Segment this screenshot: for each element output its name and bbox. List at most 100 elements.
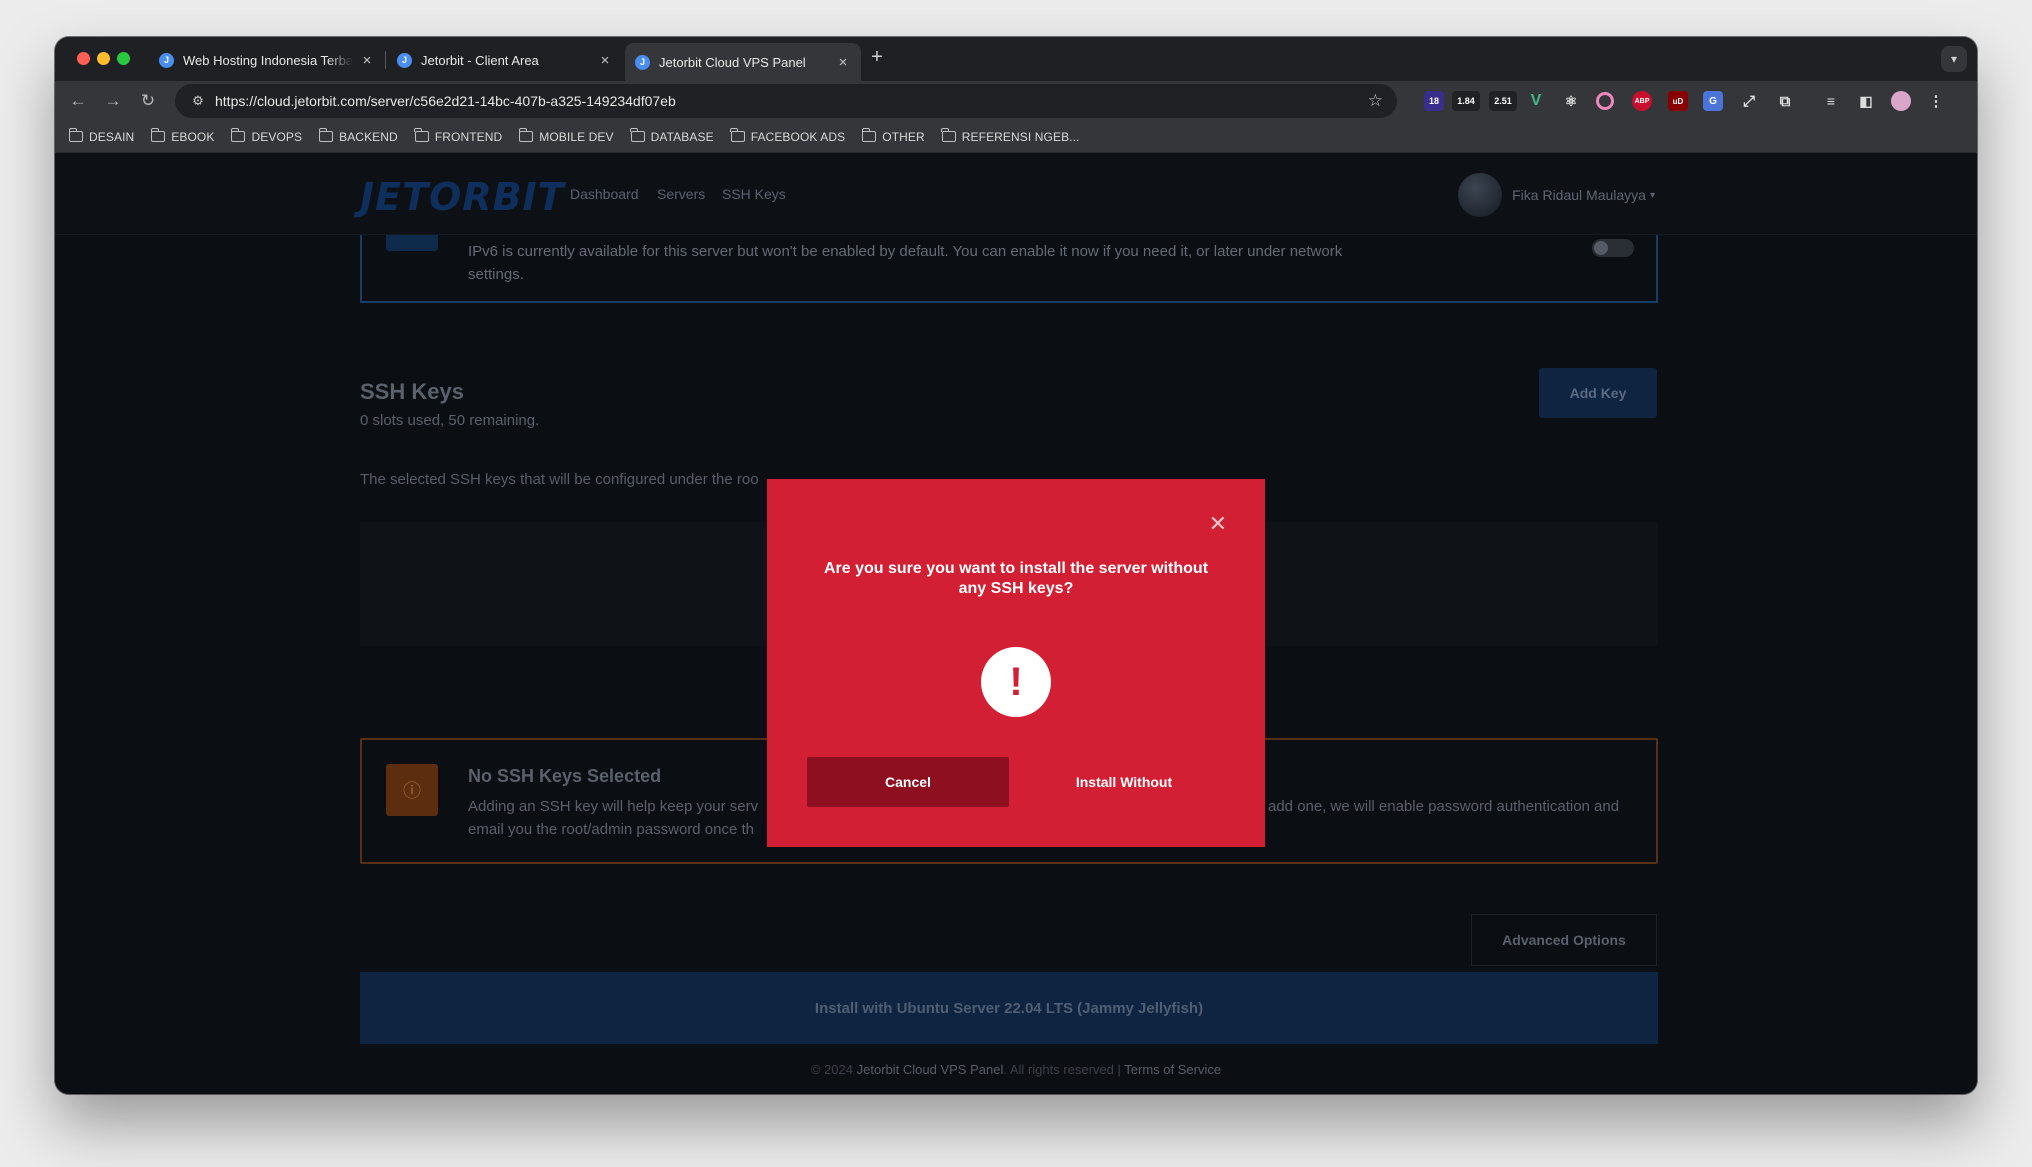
folder-icon [630,128,645,142]
react-devtools-icon[interactable]: ⚛ [1561,91,1581,111]
folder-icon [518,128,534,142]
close-tab-icon[interactable]: × [597,52,613,69]
bookmark-folder[interactable]: EBOOK [150,128,215,144]
folder-icon [318,128,334,142]
more-menu-icon[interactable]: ⋮ [1926,91,1946,111]
nav-dashboard[interactable]: Dashboard [570,186,639,202]
tab-title: Jetorbit - Client Area [421,52,539,68]
address-bar[interactable]: ⚙ https://cloud.jetorbit.com/server/c56e… [175,84,1397,118]
install-without-button[interactable]: Install Without [1023,757,1225,807]
bookmarks-bar: DESAIN EBOOK DEVOPS BACKEND FRONTEND MOB… [55,121,1977,153]
jetorbit-favicon-icon: J [159,52,174,68]
bookmark-folder[interactable]: FRONTEND [414,128,503,144]
bookmark-label: FRONTEND [434,129,503,144]
ublock-icon[interactable]: uD [1668,91,1688,111]
page-content: JETORBIT Dashboard Servers SSH Keys Fika… [55,153,1977,1094]
url-text: https://cloud.jetorbit.com/server/c56e2d… [215,93,676,109]
lcp-metric-icon[interactable]: 2.51 [1489,91,1517,111]
avatar [1458,173,1503,217]
terms-of-service-link[interactable]: Terms of Service [1124,1062,1221,1077]
close-tab-icon[interactable]: × [835,54,851,71]
profile-avatar-icon[interactable] [1891,91,1911,111]
bookmark-folder[interactable]: DESAIN [68,128,135,144]
user-name: Fika Ridaul Maulayya [1512,187,1646,203]
back-arrow-icon[interactable]: ← [66,89,90,113]
bookmark-label: OTHER [882,129,925,144]
warning-text-right: add one, we will enable password authent… [1268,798,1620,815]
reload-icon[interactable]: ↻ [136,89,160,113]
extension-badge-icon[interactable]: 18 [1424,91,1444,111]
adblock-icon[interactable]: ABP [1632,91,1652,111]
folder-icon [150,128,166,142]
folder-icon [231,128,246,142]
web-vitals-icon[interactable]: 1.84 [1452,91,1480,111]
expand-icon[interactable]: ⤢ [1739,91,1759,111]
footer-rights: . All rights reserved | [1003,1062,1121,1077]
forward-arrow-icon[interactable]: → [101,89,125,113]
folder-icon [861,128,877,142]
caret-down-icon: ▾ [1649,189,1655,201]
minimize-window-button[interactable] [97,52,110,65]
maximize-window-button[interactable] [117,52,130,65]
add-key-button[interactable]: Add Key [1539,368,1657,418]
folder-icon [730,128,745,142]
footer-copyright: © 2024 [810,1062,854,1077]
bookmark-label: EBOOK [171,129,215,144]
color-picker-icon[interactable] [1596,92,1614,110]
browser-tab[interactable]: J Web Hosting Indonesia Terbaik × [149,43,385,77]
close-window-button[interactable] [77,52,90,65]
jetorbit-favicon-icon: J [635,54,650,70]
new-tab-button[interactable]: + [865,46,889,69]
folder-icon [68,128,83,142]
bookmark-folder[interactable]: DATABASE [630,128,714,144]
nav-ssh-keys[interactable]: SSH Keys [722,186,786,202]
bookmark-label: MOBILE DEV [539,129,614,144]
bookmark-folder[interactable]: BACKEND [318,128,398,144]
browser-tab-active[interactable]: J Jetorbit Cloud VPS Panel × [625,43,861,81]
translate-icon[interactable]: G [1703,91,1723,111]
tab-separator [385,51,386,69]
cancel-button[interactable]: Cancel [807,757,1009,807]
browser-window: J Web Hosting Indonesia Terbaik × J Jeto… [55,37,1977,1094]
ssh-slots-text: 0 slots used, 50 remaining. [360,412,540,429]
confirm-install-modal: ✕ Are you sure you want to install the s… [767,479,1265,847]
bookmark-folder[interactable]: DEVOPS [231,128,303,144]
bookmark-label: DESAIN [89,129,135,144]
folder-icon [941,128,956,142]
site-settings-icon[interactable]: ⚙ [183,93,213,109]
warning-text-left2: email you the root/admin password once t… [468,821,754,838]
close-icon[interactable]: ✕ [1209,513,1227,535]
warning-title: No SSH Keys Selected [468,766,662,786]
ssh-description: The selected SSH keys that will be confi… [360,471,759,488]
extensions-puzzle-icon[interactable]: ⧉ [1775,91,1795,111]
browser-tab[interactable]: J Jetorbit - Client Area × [387,43,623,77]
bookmark-folder[interactable]: OTHER [861,128,925,144]
bookmark-folder[interactable]: FACEBOOK ADS [730,128,846,144]
advanced-options-button[interactable]: Advanced Options [1471,914,1657,966]
vue-devtools-icon[interactable]: V [1526,91,1546,111]
side-panel-icon[interactable]: ◧ [1856,91,1876,111]
reading-list-icon[interactable]: ≡ [1821,91,1841,111]
ipv6-toggle[interactable] [1592,239,1634,257]
jetorbit-logo[interactable]: JETORBIT [360,175,565,219]
bookmark-folder[interactable]: REFERENSI NGEB... [941,128,1080,144]
bookmark-folder[interactable]: MOBILE DEV [518,128,614,144]
info-icon: ⓘ [386,764,438,816]
tab-strip: J Web Hosting Indonesia Terbaik × J Jeto… [55,37,1977,81]
footer-brand-link[interactable]: Jetorbit Cloud VPS Panel [857,1062,1004,1077]
bookmark-label: BACKEND [339,129,398,144]
bookmark-star-icon[interactable]: ☆ [1368,91,1383,111]
browser-toolbar: ← → ↻ ⚙ https://cloud.jetorbit.com/serve… [55,81,1977,121]
close-tab-icon[interactable]: × [359,52,375,69]
bookmark-label: FACEBOOK ADS [750,129,846,144]
tab-search-chevron-icon[interactable]: ▾ [1941,46,1967,72]
install-server-button[interactable]: Install with Ubuntu Server 22.04 LTS (Ja… [360,972,1658,1044]
exclamation-icon: ! [981,647,1051,717]
nav-servers[interactable]: Servers [657,186,705,202]
tab-title: Jetorbit Cloud VPS Panel [659,54,806,70]
jetorbit-favicon-icon: J [397,52,412,68]
bookmark-label: DEVOPS [251,129,303,144]
tab-title: Web Hosting Indonesia Terbaik [183,52,353,68]
bookmark-label: REFERENSI NGEB... [961,129,1080,144]
user-menu[interactable]: Fika Ridaul Maulayya ▾ [1458,173,1655,217]
